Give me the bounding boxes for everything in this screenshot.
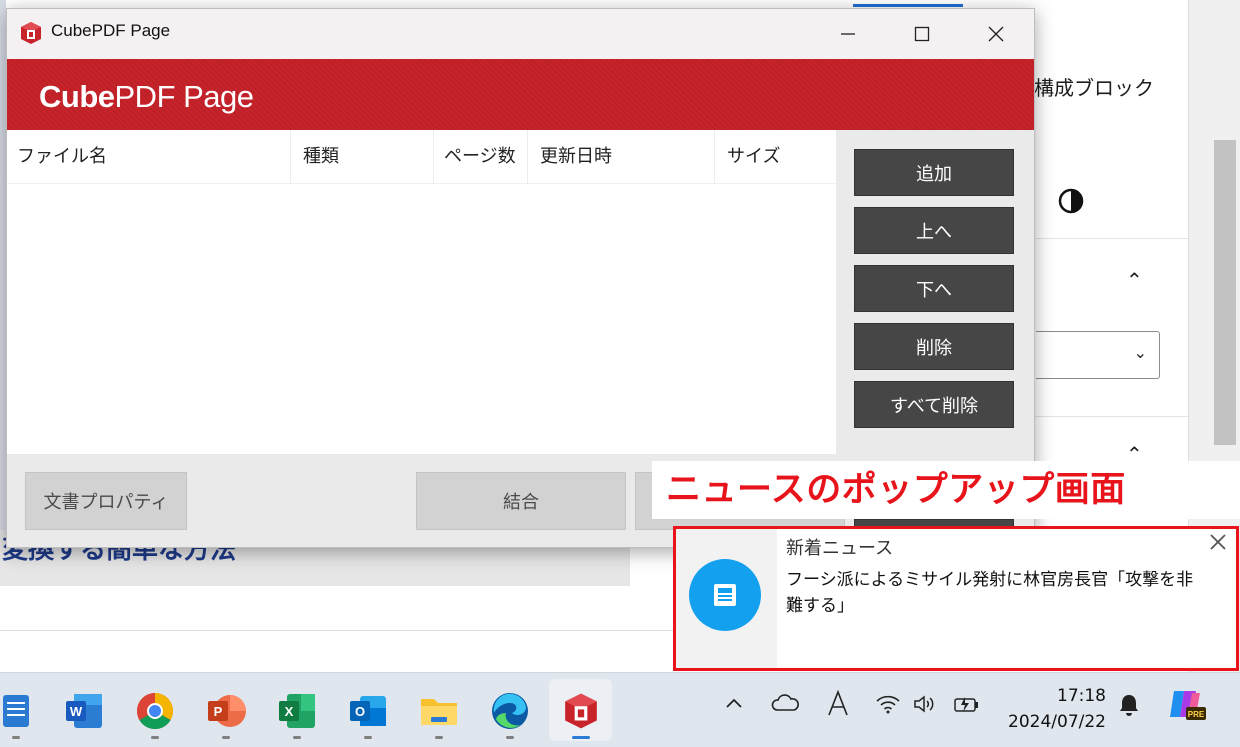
brand-logo-light: PDF Page: [114, 79, 255, 114]
taskbar-powerpoint[interactable]: P: [198, 681, 254, 741]
taskbar-notepad[interactable]: [0, 681, 44, 741]
column-header-modified[interactable]: 更新日時: [528, 130, 715, 184]
news-toast-notification[interactable]: 新着ニュース フーシ派によるミサイル発射に林官房長官「攻撃を非難する」: [673, 526, 1239, 671]
cubepdf-app-icon: [565, 693, 597, 729]
clock-date: 2024/07/22: [1008, 712, 1106, 732]
contrast-icon[interactable]: [1058, 188, 1084, 214]
svg-text:P: P: [214, 704, 223, 719]
copilot-badge-text: PRE: [1188, 710, 1205, 719]
bell-icon: [1120, 695, 1138, 716]
toast-close-button[interactable]: [1206, 533, 1230, 557]
notepad-icon: [3, 695, 29, 727]
battery-charging-icon: [954, 697, 978, 712]
svg-text:W: W: [70, 704, 83, 719]
background-panel-label: 構成ブロック: [1034, 76, 1154, 100]
wifi-icon: [876, 695, 900, 714]
running-indicator: [364, 736, 372, 739]
folder-icon: [421, 699, 457, 725]
clock-time: 17:18: [1057, 686, 1106, 706]
active-indicator: [572, 736, 590, 739]
column-header-type[interactable]: 種類: [291, 130, 434, 184]
minimize-icon: [841, 33, 855, 35]
edge-icon: [492, 693, 528, 729]
taskbar-outlook[interactable]: O: [340, 681, 396, 741]
ime-letter-icon: [828, 689, 848, 716]
taskbar-clock[interactable]: 17:18 2024/07/22: [1006, 683, 1106, 735]
column-header-filename[interactable]: ファイル名: [7, 130, 291, 184]
running-indicator: [435, 736, 443, 739]
notifications-button[interactable]: [1118, 693, 1140, 722]
brand-logo-bold: Cube: [39, 79, 115, 114]
taskbar: W P X O 17:18 2024/07/22 PRE: [0, 672, 1240, 747]
taskbar-file-explorer[interactable]: [411, 681, 467, 741]
running-indicator: [151, 736, 159, 739]
chevron-up-icon: [726, 698, 742, 708]
background-divider: [0, 630, 680, 631]
running-indicator: [12, 736, 20, 739]
onedrive-tray[interactable]: [770, 693, 800, 718]
minimize-button[interactable]: [811, 9, 885, 59]
delete-all-button[interactable]: すべて削除: [854, 381, 1014, 428]
toast-body[interactable]: フーシ派によるミサイル発射に林官房長官「攻撃を非難する」: [786, 567, 1206, 619]
chevron-up-icon[interactable]: ⌃: [1126, 268, 1143, 292]
copilot-icon: PRE: [1170, 691, 1206, 720]
close-icon: [1210, 534, 1226, 550]
window-title: CubePDF Page: [51, 21, 171, 40]
news-icon: [689, 559, 761, 631]
toast-icon-area: [676, 529, 777, 668]
close-button[interactable]: [959, 9, 1033, 59]
merge-button[interactable]: 結合: [416, 472, 626, 530]
chevron-down-icon: ⌄: [1133, 343, 1147, 362]
svg-text:X: X: [285, 704, 294, 719]
document-properties-button[interactable]: 文書プロパティ: [25, 472, 187, 530]
volume-tray[interactable]: [912, 693, 938, 720]
cloud-icon: [771, 694, 799, 711]
move-down-button[interactable]: 下へ: [854, 265, 1014, 312]
powerpoint-icon: P: [208, 695, 246, 727]
cubepdf-app-icon: [21, 22, 41, 44]
word-icon: W: [66, 694, 102, 728]
column-header-pages[interactable]: ページ数: [434, 130, 528, 184]
taskbar-excel[interactable]: X: [269, 681, 325, 741]
background-tab-accent: [853, 4, 963, 7]
background-select[interactable]: ⌄: [1036, 331, 1160, 379]
delete-button[interactable]: 削除: [854, 323, 1014, 370]
copilot-button[interactable]: PRE: [1166, 687, 1206, 728]
column-header-size[interactable]: サイズ: [715, 130, 836, 184]
battery-tray[interactable]: [952, 693, 980, 720]
maximize-button[interactable]: [885, 9, 959, 59]
taskbar-word[interactable]: W: [56, 681, 112, 741]
brand-logo: CubePDF Page: [39, 79, 254, 115]
outlook-icon: O: [350, 696, 386, 726]
show-hidden-icons-button[interactable]: [724, 693, 744, 718]
close-icon: [988, 26, 1004, 42]
title-bar[interactable]: CubePDF Page: [7, 9, 1034, 59]
taskbar-cubepdf-page[interactable]: [553, 681, 609, 741]
svg-text:O: O: [355, 704, 365, 719]
wifi-tray[interactable]: [875, 693, 901, 720]
toast-title: 新着ニュース: [786, 538, 894, 559]
move-up-button[interactable]: 上へ: [854, 207, 1014, 254]
running-indicator: [506, 736, 514, 739]
file-list[interactable]: ファイル名 種類 ページ数 更新日時 サイズ: [7, 130, 836, 454]
panel-divider: [1034, 416, 1188, 417]
taskbar-edge[interactable]: [482, 681, 538, 741]
background-scroll-thumb[interactable]: [1214, 140, 1236, 445]
running-indicator: [222, 736, 230, 739]
chrome-icon: [136, 693, 174, 730]
running-indicator: [293, 736, 301, 739]
annotation-label: ニュースのポップアップ画面: [652, 461, 1240, 519]
panel-divider: [1034, 238, 1188, 239]
volume-icon: [914, 695, 934, 713]
maximize-icon: [914, 26, 930, 42]
ime-indicator[interactable]: [826, 689, 850, 724]
file-list-header: ファイル名 種類 ページ数 更新日時 サイズ: [7, 130, 836, 184]
excel-icon: X: [279, 694, 315, 728]
taskbar-chrome[interactable]: [127, 681, 183, 741]
brand-header: CubePDF Page: [7, 59, 1034, 130]
add-button[interactable]: 追加: [854, 149, 1014, 196]
